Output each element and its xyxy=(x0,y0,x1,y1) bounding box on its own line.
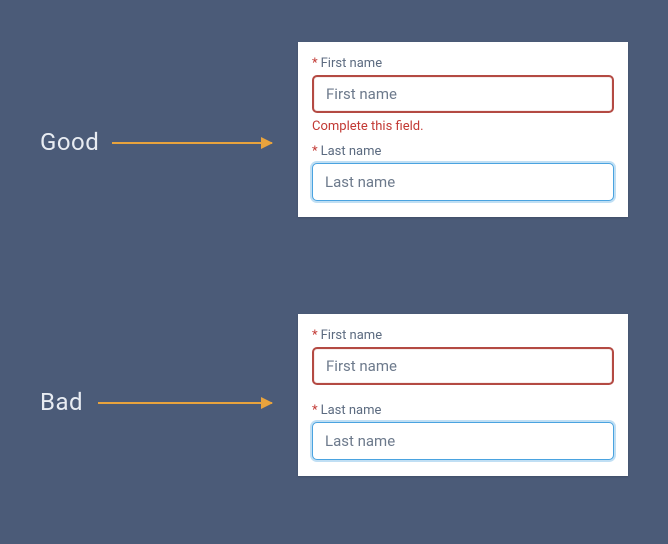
form-card-good: *First name First name Complete this fie… xyxy=(298,42,628,217)
last-name-label-text: Last name xyxy=(321,144,382,159)
first-name-label: *First name xyxy=(312,56,614,71)
first-name-error-message: Complete this field. xyxy=(312,119,614,134)
last-name-label-text: Last name xyxy=(321,403,382,418)
first-name-label-text: First name xyxy=(321,328,382,343)
last-name-input[interactable]: Last name xyxy=(312,163,614,201)
last-name-label: *Last name xyxy=(312,403,614,418)
required-asterisk-icon: * xyxy=(312,144,318,159)
required-asterisk-icon: * xyxy=(312,328,318,343)
first-name-input[interactable]: First name xyxy=(312,347,614,385)
form-card-bad: *First name First name *Last name Last n… xyxy=(298,314,628,476)
arrow-icon xyxy=(98,402,272,404)
required-asterisk-icon: * xyxy=(312,403,318,418)
first-name-input[interactable]: First name xyxy=(312,75,614,113)
first-name-label-text: First name xyxy=(321,56,382,71)
last-name-input[interactable]: Last name xyxy=(312,422,614,460)
first-name-label: *First name xyxy=(312,328,614,343)
last-name-label: *Last name xyxy=(312,144,614,159)
arrow-icon xyxy=(112,142,272,144)
caption-bad: Bad xyxy=(40,388,83,416)
required-asterisk-icon: * xyxy=(312,56,318,71)
caption-good: Good xyxy=(40,128,99,156)
